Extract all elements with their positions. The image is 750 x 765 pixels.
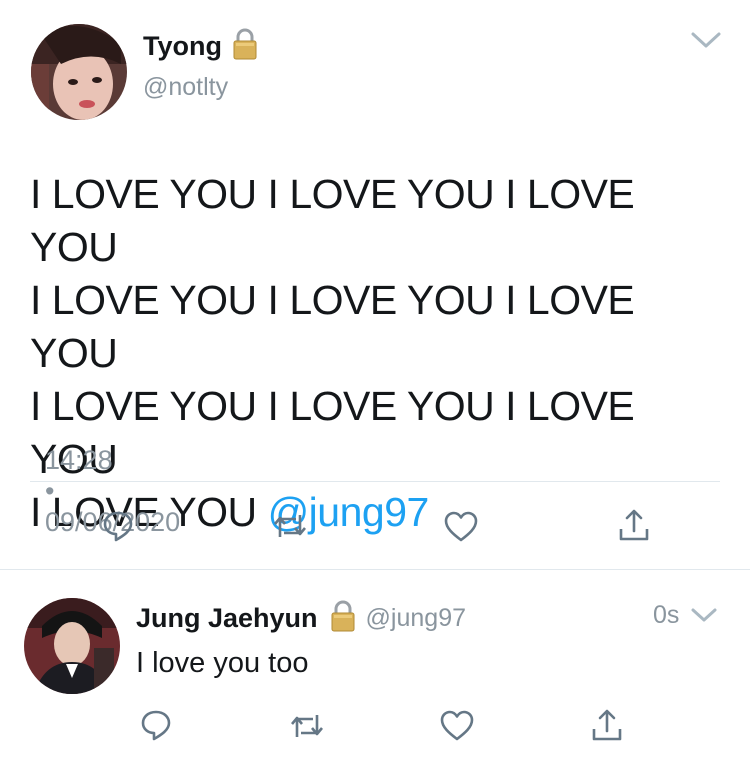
author-row: Tyong <box>143 28 258 65</box>
retweet-icon[interactable] <box>272 511 308 541</box>
reply-icon[interactable] <box>101 509 135 543</box>
handle[interactable]: @notlty <box>143 73 228 102</box>
share-icon[interactable] <box>591 708 623 742</box>
like-icon[interactable] <box>439 710 475 742</box>
lock-icon <box>330 600 356 637</box>
reply-time: 0s <box>653 601 680 629</box>
tweet-line: I LOVE YOU I LOVE YOU I LOVE YOU <box>30 171 635 270</box>
divider <box>0 569 750 570</box>
lock-icon <box>232 28 258 65</box>
reply-display-name[interactable]: Jung Jaehyun <box>136 603 318 634</box>
chevron-down-icon[interactable] <box>690 30 722 50</box>
reply-author-row: Jung Jaehyun @jung97 <box>136 600 466 637</box>
reply-text: I love you too <box>136 647 309 679</box>
tweet-line: I LOVE YOU I LOVE YOU I LOVE YOU <box>30 277 635 376</box>
reply-handle[interactable]: @jung97 <box>366 604 466 633</box>
avatar-tyong[interactable] <box>31 24 127 120</box>
reply-icon[interactable] <box>139 708 173 742</box>
avatar-jaehyun[interactable] <box>24 598 120 694</box>
display-name[interactable]: Tyong <box>143 31 222 62</box>
chevron-down-icon[interactable] <box>690 606 718 624</box>
share-icon[interactable] <box>618 508 650 542</box>
like-icon[interactable] <box>443 511 479 543</box>
retweet-icon[interactable] <box>289 711 325 741</box>
tweet-time: 14:28 <box>45 445 113 475</box>
avatar-image <box>24 598 120 694</box>
avatar-image <box>31 24 127 120</box>
divider <box>30 481 720 482</box>
